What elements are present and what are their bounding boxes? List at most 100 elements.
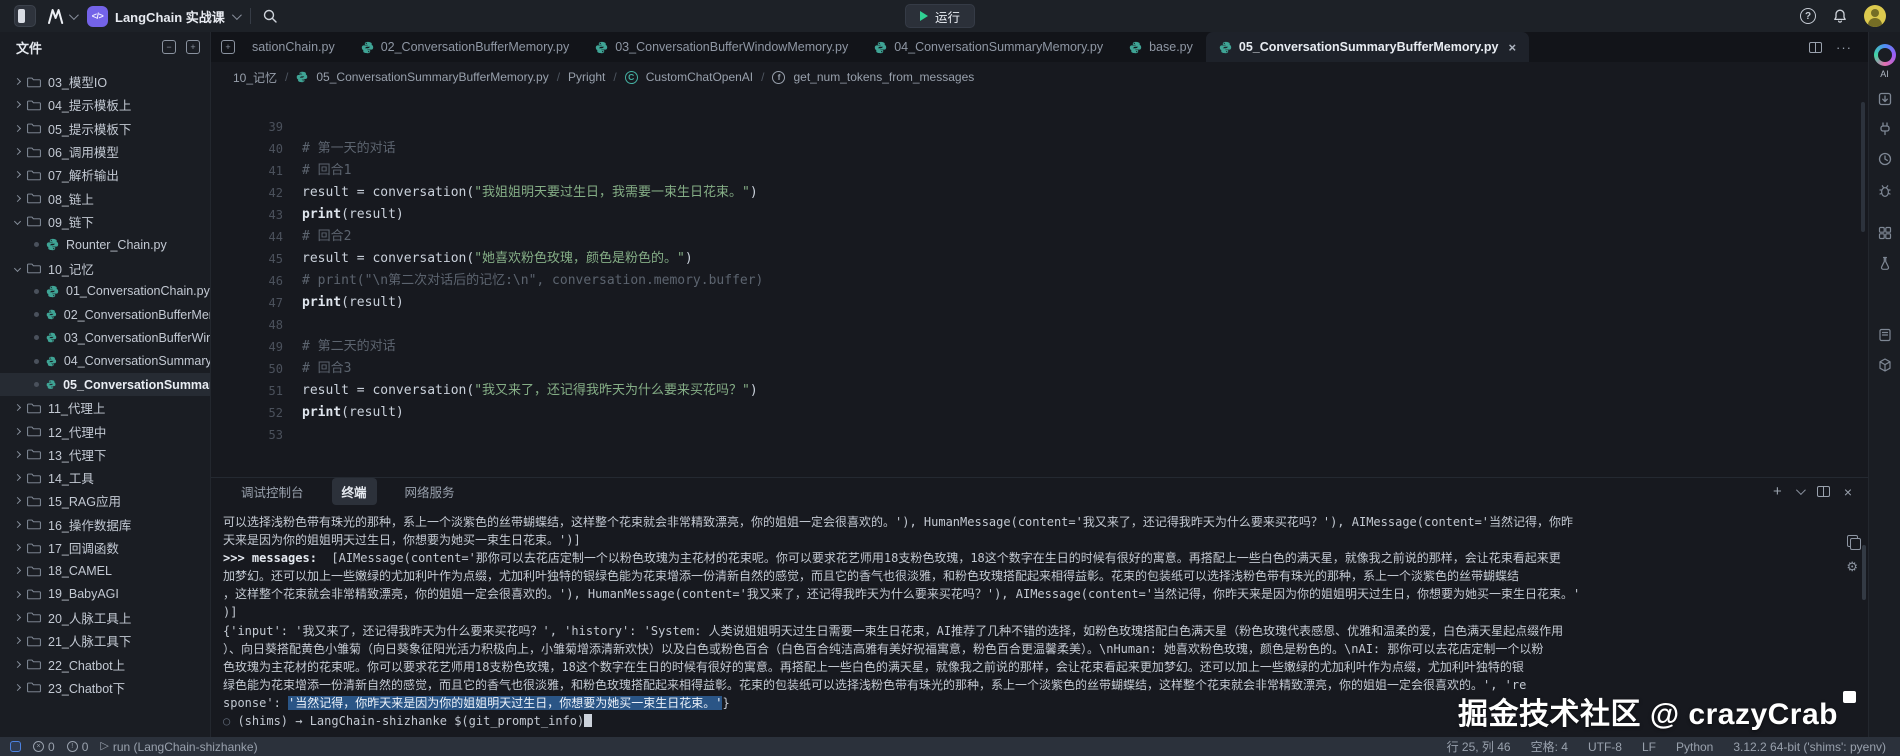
editor-tab[interactable]: 05_ConversationSummaryBufferMemory.py × [1206,32,1529,62]
status-item[interactable]: LF [1642,740,1656,754]
run-button[interactable]: 运行 [905,4,975,28]
download-icon[interactable] [1875,89,1895,109]
code-editor[interactable]: 39 40 # 第一天的对话 41 # 回合1 42 result = conv… [211,92,1868,477]
tree-item[interactable]: 18_CAMEL [0,559,210,582]
breadcrumb-item[interactable]: Pyright [568,70,605,84]
tree-item[interactable]: 04_提示模板上 [0,93,210,116]
split-panel-icon[interactable] [1817,486,1830,497]
breadcrumb-item[interactable]: get_num_tokens_from_messages [793,70,974,84]
close-panel-icon[interactable]: × [1844,484,1852,500]
tree-item[interactable]: Rounter_Chain.py [0,233,210,256]
editor-tab[interactable]: 02_ConversationBufferMemory.py × [348,32,583,62]
tree-item[interactable]: 16_操作数据库 [0,513,210,536]
text-segment: result = conversation( [302,383,474,398]
run-status[interactable]: ▷ run (LangChain-shizhanke) [100,740,257,754]
tree-item[interactable]: 14_工具 [0,466,210,489]
tree-item[interactable]: 08_链上 [0,186,210,209]
sidebar-toggle-icon[interactable] [14,5,36,27]
history-clock-icon[interactable] [1875,149,1895,169]
tree-item[interactable]: 19_BabyAGI [0,583,210,606]
package-icon[interactable] [1875,355,1895,375]
search-icon[interactable] [262,8,278,24]
panel-tab[interactable]: 调试控制台 [231,478,314,505]
collapse-folders-icon[interactable]: − [162,40,176,54]
split-editor-icon[interactable] [1809,42,1822,53]
chevron-down-icon[interactable] [1796,485,1806,495]
app-menu[interactable] [47,9,76,24]
notifications-bell-icon[interactable] [1832,8,1848,24]
plug-icon[interactable] [1875,119,1895,139]
breadcrumb-item[interactable]: 05_ConversationSummaryBufferMemory.py [316,70,548,84]
tree-item[interactable]: 15_RAG应用 [0,489,210,512]
code-line: 44 # 回合2 [211,226,1868,248]
editor-tab[interactable]: sationChain.py × [239,32,348,62]
flask-icon[interactable] [1875,253,1895,273]
breadcrumb-item[interactable]: CustomChatOpenAI [646,70,753,84]
user-avatar[interactable] [1864,5,1886,27]
terminal-scrollbar[interactable] [1862,545,1866,600]
terminal-output[interactable]: 可以选择浅粉色带有珠光的那种，系上一个淡紫色的丝带蝴蝶结，这样整个花束就会非常精… [211,505,1868,737]
status-item[interactable]: Python [1676,740,1713,754]
workspace-switcher[interactable]: </> LangChain 实战课 [87,6,239,27]
editor-tab[interactable]: 04_ConversationSummaryMemory.py × [861,32,1116,62]
terminal-settings-icon[interactable]: ⚙ [1846,560,1858,573]
grid-icon[interactable] [1875,223,1895,243]
editor-tab[interactable]: 03_ConversationBufferWindowMemory.py × [582,32,861,62]
ai-assistant-icon[interactable] [1874,44,1896,66]
panel-tab[interactable]: 网络服务 [395,478,465,505]
new-file-icon[interactable]: + [186,40,200,54]
tree-item[interactable]: 22_Chatbot上 [0,652,210,675]
folder-icon [27,401,41,415]
problems-errors[interactable]: × 0 [33,740,55,754]
docs-icon[interactable] [1875,325,1895,345]
tree-item-label: 13_代理下 [48,445,106,464]
tree-item[interactable]: 21_人脉工具下 [0,629,210,652]
status-item[interactable]: 空格: 4 [1531,738,1568,755]
status-item[interactable]: 3.12.2 64-bit ('shims': pyenv) [1733,740,1886,754]
status-item[interactable]: UTF-8 [1588,740,1622,754]
problems-warnings[interactable]: ! 0 [67,740,89,754]
panel-tab[interactable]: 终端 [332,478,377,505]
chevron-icon [14,661,21,668]
warning-count: 0 [82,740,89,754]
chevron-icon [14,428,21,435]
editor-tab[interactable]: base.py × [1116,32,1206,62]
tree-item[interactable]: 05_提示模板下 [0,117,210,140]
tree-item[interactable]: 12_代理中 [0,419,210,442]
remote-workspace-icon[interactable] [10,741,21,752]
tree-item[interactable]: 07_解析输出 [0,163,210,186]
text-segment: 加梦幻。还可以加上一些嫩绿的尤加利叶作为点缀，尤加利叶独特的银绿色能为花束增添一… [223,569,1519,583]
tree-item[interactable]: 23_Chatbot下 [0,676,210,699]
tree-item[interactable]: 06_调用模型 [0,140,210,163]
tree-item[interactable]: 05_ConversationSummaryBuf... [0,373,210,396]
new-tab-icon[interactable]: + [221,40,235,54]
tree-item[interactable]: 17_回调函数 [0,536,210,559]
status-bar: × 0 ! 0 ▷ run (LangChain-shizhanke) 行 25… [0,737,1900,756]
tree-item[interactable]: 04_ConversationSummaryMe... [0,350,210,373]
status-item[interactable]: 行 25, 列 46 [1447,738,1511,755]
tree-item[interactable]: 11_代理上 [0,396,210,419]
tree-item[interactable]: 20_人脉工具上 [0,606,210,629]
tree-item[interactable]: 03_ConversationBufferWindo... [0,326,210,349]
code-line: 39 [211,116,1868,138]
more-actions-icon[interactable]: ··· [1836,40,1852,55]
close-icon[interactable]: × [1508,40,1516,55]
code-text: result = conversation("她喜欢粉色玫瑰，颜色是粉色的。") [283,248,693,270]
help-icon[interactable]: ? [1800,8,1816,24]
breadcrumb-item[interactable]: 10_记忆 [233,69,277,86]
new-terminal-icon[interactable]: + [1773,484,1782,499]
tree-item[interactable]: 03_模型IO [0,70,210,93]
tree-item[interactable]: 01_ConversationChain.py [0,280,210,303]
tree-item[interactable]: 10_记忆 [0,256,210,279]
editor-scrollbar[interactable] [1861,102,1865,232]
copy-icon[interactable] [1847,535,1858,547]
code-line: 52 print(result) [211,402,1868,424]
code-text [283,116,302,138]
tree-item[interactable]: 13_代理下 [0,443,210,466]
tree-item[interactable]: 09_链下 [0,210,210,233]
tree-item-label: 15_RAG应用 [48,491,121,510]
text-segment: ）、向日葵搭配黄色小雏菊（向日葵象征阳光活力积极向上，小雏菊增添清新欢快）以及白… [223,642,1543,656]
text-segment: (result) [341,207,404,222]
bug-icon[interactable] [1875,181,1895,201]
tree-item[interactable]: 02_ConversationBufferMemor... [0,303,210,326]
